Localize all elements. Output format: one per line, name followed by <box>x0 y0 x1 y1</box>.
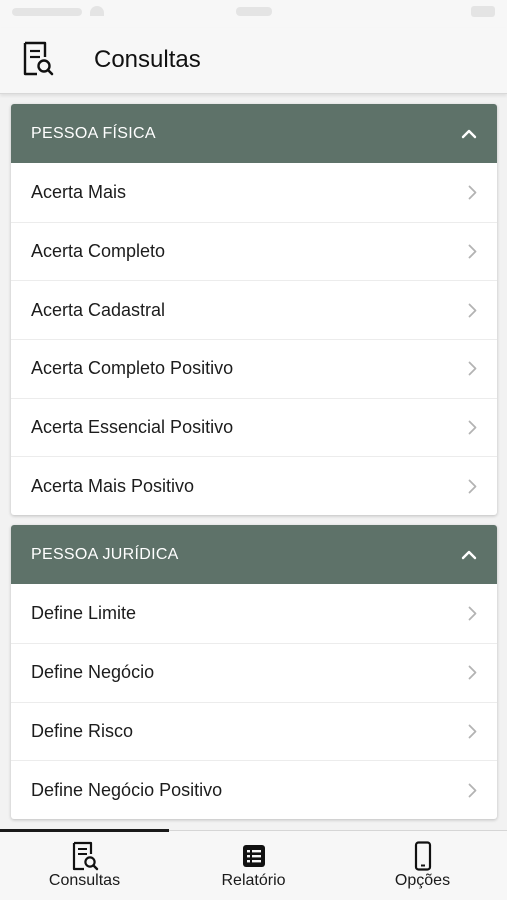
chevron-right-icon <box>468 303 477 318</box>
chevron-right-icon <box>468 665 477 680</box>
tab-opcoes[interactable]: Opções <box>338 831 507 900</box>
tab-bar: Consultas Relatório Opções <box>0 829 507 900</box>
consultas-list: PESSOA FÍSICA Acerta Mais Acerta Complet… <box>11 104 497 819</box>
section-header-pessoa-juridica[interactable]: PESSOA JURÍDICA <box>11 525 497 585</box>
chevron-up-icon <box>461 550 477 559</box>
section-pessoa-fisica: PESSOA FÍSICA Acerta Mais Acerta Complet… <box>11 104 497 516</box>
list-item-label: Define Risco <box>31 720 134 741</box>
status-bar <box>0 0 507 28</box>
chevron-right-icon <box>468 185 477 200</box>
list-item-acerta-completo-positivo[interactable]: Acerta Completo Positivo <box>11 339 497 398</box>
app-header: Consultas <box>0 28 507 94</box>
list-item-label: Define Limite <box>31 602 137 623</box>
list-item-define-limite[interactable]: Define Limite <box>11 584 497 643</box>
tab-label: Consultas <box>48 872 121 889</box>
chevron-right-icon <box>468 420 477 435</box>
carrier-signal <box>12 8 82 16</box>
section-title: PESSOA JURÍDICA <box>31 545 179 563</box>
section-items: Acerta Mais Acerta Completo Acerta Cadas… <box>11 163 497 515</box>
tab-relatorio[interactable]: Relatório <box>169 831 338 900</box>
tab-label: Opções <box>394 872 451 889</box>
list-item-define-negocio[interactable]: Define Negócio <box>11 642 497 702</box>
phone-icon <box>414 841 431 871</box>
list-item-label: Define Negócio Positivo <box>31 779 223 800</box>
list-item-label: Acerta Essencial Positivo <box>31 417 234 438</box>
tab-consultas[interactable]: Consultas <box>0 831 169 900</box>
list-icon <box>242 845 265 867</box>
chevron-right-icon <box>468 362 477 376</box>
page-title: Consultas <box>94 46 201 73</box>
status-clock <box>236 7 272 16</box>
list-item-label: Acerta Mais <box>31 181 127 202</box>
chevron-right-icon <box>468 783 477 797</box>
wifi-icon <box>90 6 104 16</box>
chevron-right-icon <box>468 606 477 621</box>
list-item-label: Acerta Cadastral <box>31 299 166 320</box>
chevron-right-icon <box>468 724 477 739</box>
chevron-up-icon <box>461 129 477 138</box>
list-item-define-risco[interactable]: Define Risco <box>11 701 497 761</box>
battery-icon <box>471 6 495 17</box>
list-item-acerta-essencial-positivo[interactable]: Acerta Essencial Positivo <box>11 397 497 457</box>
chevron-right-icon <box>468 244 477 259</box>
list-item-acerta-completo[interactable]: Acerta Completo <box>11 221 497 281</box>
tab-label: Relatório <box>221 872 286 889</box>
list-item-define-negocio-positivo[interactable]: Define Negócio Positivo <box>11 760 497 819</box>
section-items: Define Limite Define Negócio Define Risc… <box>11 584 497 819</box>
list-item-label: Acerta Completo Positivo <box>31 358 234 379</box>
list-item-acerta-mais[interactable]: Acerta Mais <box>11 163 497 222</box>
list-item-label: Acerta Completo <box>31 241 166 262</box>
section-pessoa-juridica: PESSOA JURÍDICA Define Limite Define Neg… <box>11 525 497 819</box>
list-item-label: Acerta Mais Positivo <box>31 475 195 496</box>
section-title: PESSOA FÍSICA <box>31 124 156 142</box>
list-item-acerta-cadastral[interactable]: Acerta Cadastral <box>11 280 497 339</box>
active-tab-indicator <box>0 829 169 832</box>
document-search-icon <box>72 841 98 871</box>
document-search-icon <box>23 41 54 76</box>
list-item-label: Define Negócio <box>31 662 155 683</box>
section-header-pessoa-fisica[interactable]: PESSOA FÍSICA <box>11 104 497 163</box>
chevron-right-icon <box>468 479 477 494</box>
list-item-acerta-mais-positivo[interactable]: Acerta Mais Positivo <box>11 456 497 515</box>
